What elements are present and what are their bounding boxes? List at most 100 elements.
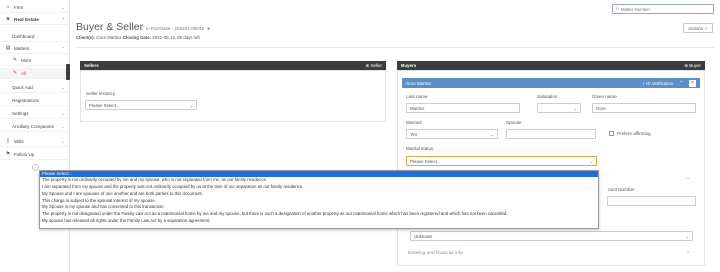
file-icon: ▯ — [6, 138, 10, 144]
sidebar-item-firm[interactable]: ⌂ Firm ⌄ — [0, 2, 70, 13]
page-title-text: Buyer & Seller — [76, 21, 144, 33]
folder-icon: ▤ — [5, 45, 11, 51]
sidebar-item-label: Settings — [12, 110, 29, 116]
sidebar-item-dashboard[interactable]: Dashboard — [0, 31, 70, 42]
chevron-down-icon: ⌄ — [61, 138, 65, 144]
account-number-field[interactable] — [607, 196, 696, 206]
search-input[interactable] — [620, 6, 711, 12]
sidebar-item-matters[interactable]: ▤ Matters ⌃ — [0, 43, 70, 54]
given-name-field[interactable]: Gore — [592, 103, 696, 113]
dropdown-option[interactable]: My spouse has released all rights under … — [40, 218, 598, 225]
dropdown-option[interactable]: My Spouse is my spouse and has consented… — [40, 204, 598, 211]
given-name-value: Gore — [596, 105, 606, 111]
closing-date-label: Closing Date: — [122, 35, 152, 40]
salutation-select[interactable]: ⌄ — [537, 103, 581, 113]
home-icon: ⌂ — [6, 4, 10, 10]
sidebar-resize-handle[interactable] — [66, 64, 70, 80]
sidebar-item-real-estate[interactable]: ■ Real Estate ⌃ — [0, 14, 70, 25]
banking-info-label: Banking and financial info — [408, 251, 463, 256]
chevron-up-icon[interactable]: ⌃ — [679, 80, 683, 86]
sidebar: ⌂ Firm ⌄ ■ Real Estate ⌃ Dashboard ▤ Mat… — [0, 0, 70, 272]
last-name-value: Martins — [410, 105, 425, 111]
sidebar-item-label: Ancillary Companies — [12, 123, 54, 129]
dropdown-option[interactable]: My Spouse and I are spouses of one anoth… — [40, 191, 598, 198]
unknown-value: Unknown — [414, 233, 433, 239]
add-seller-button[interactable]: ⊕ Seller — [365, 63, 382, 69]
dropdown-option[interactable]: The property is not designated under the… — [40, 211, 598, 218]
sidebar-item-label: Matters — [14, 45, 30, 51]
chevron-down-icon: ⌄ — [189, 102, 193, 108]
id-verification-button[interactable]: + ID Verification — [642, 81, 673, 86]
add-buyer-label: Buyer — [689, 62, 701, 68]
chevron-down-icon: ⌄ — [490, 131, 494, 137]
married-label: Married — [406, 120, 422, 125]
unknown-select[interactable]: Unknown ⌄ — [410, 231, 693, 241]
last-name-field[interactable]: Martins — [406, 103, 520, 113]
pencil-icon: ✎ — [12, 57, 18, 63]
close-icon[interactable]: ✕ — [689, 79, 696, 87]
chevron-down-icon: ⌄ — [61, 84, 65, 90]
add-buyer-button[interactable]: ⊕ Buyer — [684, 63, 701, 69]
seller-tenancy-label: Seller tenancy — [86, 91, 116, 96]
prefers-affirming-checkbox[interactable] — [609, 131, 614, 136]
sellers-panel — [80, 70, 386, 122]
dropdown-option[interactable]: This charge is subject to the spousal in… — [40, 198, 598, 205]
buyer-client-name: Gore Martins — [406, 80, 432, 86]
clients-line: Client(s): Gore Martins Closing Date: 20… — [76, 35, 200, 40]
sidebar-item-settings[interactable]: Settings ⌄ — [0, 108, 70, 119]
chevron-down-icon[interactable]: ⌄ — [686, 176, 690, 181]
sidebar-item-label: Real Estate — [14, 16, 39, 22]
pencil-icon: ✎ — [12, 70, 18, 76]
chevron-down-icon[interactable]: ⌄ — [686, 250, 690, 255]
prefers-affirming-label: Prefers affirming — [617, 131, 651, 136]
sidebar-item-quick-add[interactable]: Quick Add ⌄ — [0, 82, 70, 93]
spouse-field[interactable] — [506, 129, 596, 139]
sidebar-item-label: Dashboard — [12, 33, 35, 39]
account-number-label: ount Number — [608, 187, 635, 192]
sidebar-item-label: Follow Up — [14, 151, 35, 157]
seller-tenancy-select[interactable]: Please Select... ⌄ — [85, 100, 197, 110]
id-verification-label: ID Verification — [646, 80, 674, 86]
marital-status-dropdown: Please Select... The property is not ord… — [39, 170, 599, 229]
seller-tenancy-value: Please Select... — [89, 102, 120, 108]
sidebar-item-wills[interactable]: ▯ Wills ⌄ — [0, 136, 70, 147]
briefcase-icon: ■ — [6, 16, 10, 22]
plus-icon: + — [642, 80, 645, 86]
page-title: Buyer & Seller in Purchase - 202201-0001… — [76, 21, 210, 33]
marital-status-select[interactable]: Please Select... ⌄ — [406, 156, 597, 166]
sidebar-item-all[interactable]: ✎ All — [0, 68, 70, 79]
clients-value[interactable]: Gore Martins — [96, 35, 121, 40]
collapse-sidebar-button[interactable]: ‹ — [32, 164, 39, 171]
sidebar-item-more[interactable]: ✎ More — [0, 55, 70, 66]
marital-status-value: Please Select... — [410, 158, 441, 164]
page-subtitle: in Purchase - 202201-00012 — [146, 26, 205, 31]
sidebar-item-label: Wills — [14, 138, 24, 144]
flag-icon: ⚑ — [5, 151, 11, 157]
closing-date-value: 2022-05-12, 60 days left — [152, 35, 200, 40]
married-select[interactable]: Yes ⌄ — [406, 129, 498, 139]
sidebar-item-label: All — [21, 70, 27, 76]
dropdown-option[interactable]: The property is not ordinarily occupied … — [40, 177, 598, 184]
sidebar-item-label: More — [21, 57, 32, 63]
dropdown-option[interactable]: I am separated from my spouse and the pr… — [40, 184, 598, 191]
sidebar-item-ancillary-companies[interactable]: Ancillary Companies ⌄ — [0, 121, 70, 132]
sidebar-item-label: Quick Add — [12, 84, 33, 90]
chevron-down-icon: ⌄ — [61, 123, 65, 129]
chevron-down-icon: ⌄ — [61, 4, 65, 10]
chevron-down-icon: ⌄ — [61, 110, 65, 116]
clients-label: Client(s): — [76, 35, 96, 40]
sidebar-item-follow-up[interactable]: ⚑ Follow Up — [0, 149, 70, 160]
actions-button[interactable]: Actions ⌄ — [683, 23, 713, 33]
banking-info-toggle[interactable]: Banking and financial info — [408, 251, 463, 256]
plus-circle-icon: ⊕ — [365, 62, 370, 68]
salutation-label: Salutation — [537, 94, 558, 99]
sidebar-item-registrations[interactable]: Registrations — [0, 95, 70, 106]
sellers-heading: Sellers — [84, 63, 99, 68]
marital-status-label: Marital status — [406, 146, 434, 151]
info-icon[interactable]: ● — [207, 26, 210, 32]
sidebar-item-label: Firm — [14, 4, 24, 10]
matter-search[interactable]: ⌕ — [612, 4, 714, 14]
last-name-label: Last name — [406, 94, 428, 99]
chevron-down-icon: ⌄ — [704, 25, 708, 30]
plus-circle-icon: ⊕ — [684, 62, 688, 68]
